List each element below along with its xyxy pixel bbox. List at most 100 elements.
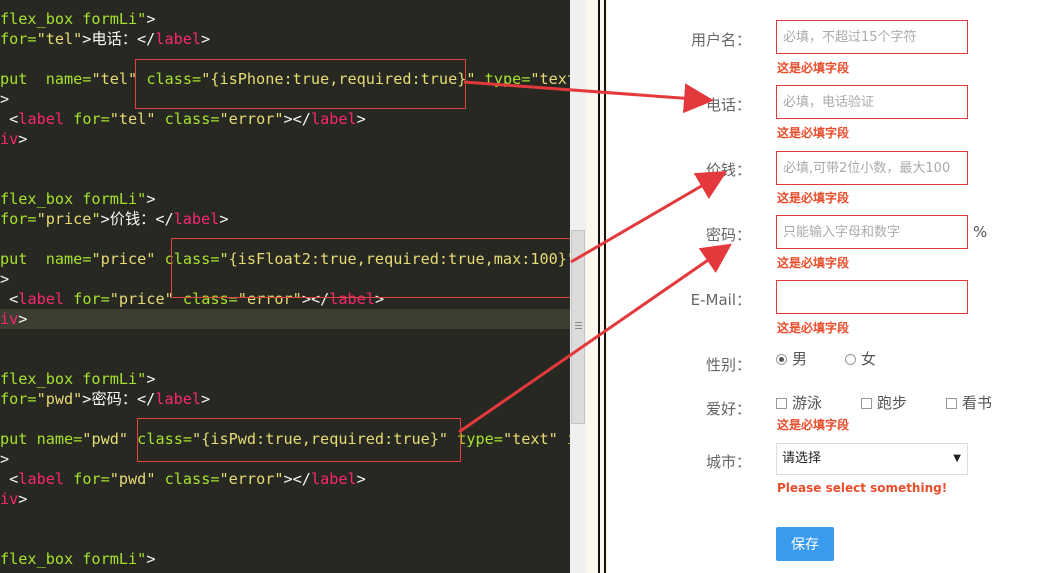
radio-checked-icon[interactable] — [776, 354, 787, 365]
password-input[interactable] — [776, 215, 968, 249]
gender-option-label: 女 — [861, 350, 877, 368]
scrollbar-thumb[interactable] — [571, 230, 585, 424]
code-token: < — [0, 470, 19, 488]
code-token: iv — [0, 130, 19, 148]
highlight-box-price — [171, 238, 573, 298]
code-token: </ — [155, 210, 174, 228]
code-token: class= — [164, 470, 220, 488]
code-token: "tel" — [109, 110, 156, 128]
phone-input[interactable] — [776, 85, 968, 119]
code-token: "price" — [109, 290, 174, 308]
price-error: 这是必填字段 — [777, 191, 850, 205]
city-label: 城市： — [705, 453, 751, 471]
code-token: "error" — [219, 470, 284, 488]
username-input[interactable] — [776, 20, 968, 54]
code-token: > — [146, 550, 156, 568]
code-token: > — [0, 270, 10, 288]
code-token: > — [356, 110, 366, 128]
code-token: > — [201, 30, 211, 48]
code-line: <label for="tel" class="error"></label> — [0, 109, 366, 129]
code-token: ></ — [283, 470, 311, 488]
code-token: > — [100, 210, 110, 228]
checkbox-icon[interactable] — [861, 398, 872, 409]
username-label: 用户名： — [690, 31, 751, 49]
password-label: 密码： — [705, 226, 751, 244]
code-token: 密码： — [91, 390, 138, 408]
code-token: for= — [73, 110, 110, 128]
code-token: for= — [73, 470, 110, 488]
code-token: </ — [137, 30, 156, 48]
hobby-option-swim[interactable]: 游泳 — [776, 392, 822, 413]
code-line: flex_box formLi"> — [0, 189, 155, 209]
email-label: E-Mail： — [690, 291, 751, 309]
code-token: label — [173, 210, 220, 228]
hobby-option-label: 游泳 — [792, 394, 823, 412]
hobby-option-label: 看书 — [962, 394, 993, 412]
code-line: > — [0, 449, 9, 469]
highlight-box-pwd — [137, 418, 461, 462]
hobby-error: 这是必填字段 — [777, 418, 850, 432]
radio-unchecked-icon[interactable] — [845, 354, 856, 365]
code-token: > — [18, 490, 28, 508]
hobby-option-run[interactable]: 跑步 — [861, 392, 907, 413]
code-token: type= — [484, 70, 531, 88]
code-token: > — [146, 190, 156, 208]
code-token: flex_box formLi" — [0, 190, 147, 208]
hobby-option-label: 跑步 — [877, 394, 908, 412]
price-input[interactable] — [776, 151, 968, 185]
code-token: flex_box formLi" — [0, 10, 147, 28]
code-token: > — [201, 390, 211, 408]
code-token: label — [18, 470, 65, 488]
checkbox-icon[interactable] — [776, 398, 787, 409]
code-token: ></ — [283, 110, 311, 128]
code-token: "tel" — [36, 30, 83, 48]
code-token: > — [356, 470, 366, 488]
code-token: > — [18, 130, 28, 148]
code-line: iv> — [0, 309, 570, 329]
code-token: flex_box formLi" — [0, 550, 147, 568]
save-button[interactable]: 保存 — [776, 527, 834, 561]
hobby-label: 爱好： — [705, 400, 751, 418]
code-token: type= — [457, 430, 503, 448]
price-label: 价钱： — [705, 161, 751, 179]
username-error: 这是必填字段 — [777, 61, 850, 75]
code-line: > — [0, 269, 9, 289]
code-token: for= — [73, 290, 110, 308]
code-token: for= — [0, 210, 37, 228]
code-token: > — [0, 90, 10, 108]
code-token: </ — [137, 390, 156, 408]
code-token: put name= — [0, 70, 92, 88]
gender-option-male[interactable]: 男 — [776, 348, 807, 369]
code-token: for= — [0, 390, 37, 408]
code-line: flex_box formLi"> — [0, 9, 155, 29]
code-token: iv — [0, 310, 19, 328]
code-token: > — [0, 450, 10, 468]
phone-label: 电话： — [705, 96, 751, 114]
editor-scrollbar[interactable] — [570, 0, 586, 573]
gender-label: 性别： — [705, 356, 751, 374]
gender-option-label: 男 — [792, 350, 808, 368]
dropdown-arrow-icon: ▼ — [953, 453, 961, 464]
gender-option-female[interactable]: 女 — [845, 348, 876, 369]
code-token: "text" — [530, 70, 570, 88]
checkbox-icon[interactable] — [946, 398, 957, 409]
city-error: Please select something! — [777, 481, 948, 495]
email-error: 这是必填字段 — [777, 321, 850, 335]
email-input[interactable] — [776, 280, 968, 314]
code-line: iv> — [0, 489, 27, 509]
code-line: for="price">价钱：</label> — [0, 209, 228, 229]
password-error: 这是必填字段 — [777, 256, 850, 270]
code-token: "pwd" — [82, 430, 129, 448]
code-token: < — [0, 290, 19, 308]
code-token: "text" — [502, 430, 558, 448]
pane-divider — [586, 0, 608, 573]
code-token: > — [146, 10, 156, 28]
city-select[interactable]: 请选择 ▼ — [776, 443, 968, 475]
code-line: <label for="pwd" class="error"></label> — [0, 469, 366, 489]
code-line: flex_box formLi"> — [0, 549, 155, 569]
hobby-option-read[interactable]: 看书 — [946, 392, 992, 413]
code-token: "price" — [91, 250, 156, 268]
